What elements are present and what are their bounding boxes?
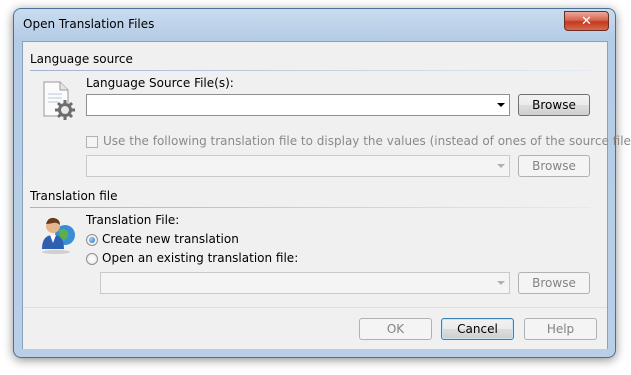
use-translation-checkbox-label: Use the following translation file to di… — [103, 134, 631, 148]
open-existing-translation-radio[interactable] — [86, 253, 98, 265]
translation-file-divider — [30, 207, 590, 208]
dialog-body: Language source Language Source File(s):… — [22, 41, 631, 349]
use-translation-checkbox[interactable] — [86, 136, 98, 148]
dialog-footer: OK Cancel Help — [23, 307, 607, 349]
dialog-window: Open Translation Files ✕ Language source… — [13, 8, 631, 358]
ok-button[interactable]: OK — [359, 318, 432, 340]
source-files-combo[interactable] — [86, 94, 510, 116]
open-existing-translation-label: Open an existing translation file: — [102, 251, 299, 265]
translation-file-label: Translation File: — [86, 213, 180, 227]
browse-existing-translation-button[interactable]: Browse — [518, 272, 590, 294]
existing-translation-combo[interactable] — [100, 272, 510, 294]
chevron-down-icon[interactable] — [497, 164, 505, 168]
translation-file-section-title: Translation file — [30, 189, 118, 203]
chevron-down-icon[interactable] — [497, 281, 505, 285]
radio-selected-dot — [89, 237, 95, 243]
create-new-translation-radio[interactable] — [86, 234, 98, 246]
close-button[interactable]: ✕ — [564, 11, 609, 31]
browse-translation-display-button[interactable]: Browse — [518, 155, 590, 177]
language-source-divider — [30, 70, 590, 71]
cancel-button[interactable]: Cancel — [441, 318, 514, 340]
help-button[interactable]: Help — [524, 318, 597, 340]
dialog-title: Open Translation Files — [23, 17, 155, 31]
source-document-gear-icon — [43, 81, 75, 120]
language-source-section-title: Language source — [30, 52, 133, 66]
chevron-down-icon[interactable] — [497, 103, 505, 107]
create-new-translation-label: Create new translation — [102, 232, 239, 246]
user-globe-icon — [42, 217, 75, 254]
close-icon: ✕ — [581, 13, 592, 29]
source-files-label: Language Source File(s): — [86, 76, 234, 90]
translation-display-combo[interactable] — [86, 155, 510, 177]
browse-source-button[interactable]: Browse — [518, 94, 590, 116]
